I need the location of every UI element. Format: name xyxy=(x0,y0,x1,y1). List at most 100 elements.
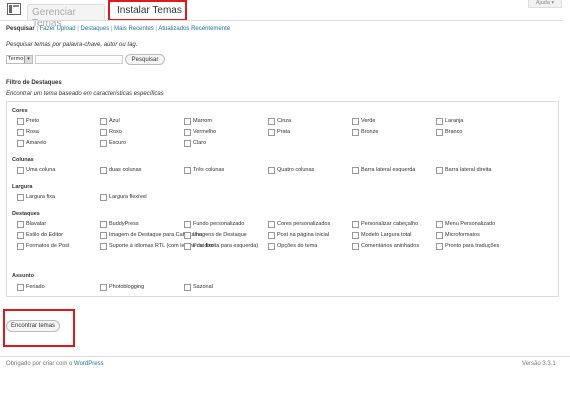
checkbox-destaques-17[interactable] xyxy=(436,243,443,250)
group-title-cores: Cores xyxy=(12,108,28,114)
checkbox-destaques-5[interactable] xyxy=(436,221,443,228)
checkbox-destaques-2[interactable] xyxy=(184,221,191,228)
checkbox-destaques-9[interactable] xyxy=(268,232,275,239)
checkbox-cores-5[interactable] xyxy=(436,118,443,125)
checkbox-destaques-4[interactable] xyxy=(352,221,359,228)
checkbox-label-colunas-0: Uma coluna xyxy=(26,167,56,173)
checkbox-destaques-1[interactable] xyxy=(100,221,107,228)
checkbox-label-cores-10: Bronze xyxy=(361,129,379,135)
group-title-largura: Largura xyxy=(12,184,33,190)
checkbox-destaques-7[interactable] xyxy=(100,232,107,239)
checkbox-assunto-2[interactable] xyxy=(184,284,191,291)
checkbox-label-colunas-5: Barra lateral direita xyxy=(445,167,492,173)
checkbox-label-destaques-15: Opções do tema xyxy=(277,243,318,249)
checkbox-cores-2[interactable] xyxy=(184,118,191,125)
checkbox-destaques-14[interactable] xyxy=(184,243,191,250)
checkbox-destaques-3[interactable] xyxy=(268,221,275,228)
subnav-updated[interactable]: Atualizados Recentemente xyxy=(158,26,230,32)
search-description: Pesquisar temas por palavra-chave, autor… xyxy=(6,42,138,48)
checkbox-label-colunas-4: Barra lateral esquerda xyxy=(361,167,416,173)
checkbox-cores-10[interactable] xyxy=(352,129,359,136)
group-title-assunto: Assunto xyxy=(12,273,34,279)
checkbox-label-destaques-10: Modelo Largura total xyxy=(361,232,412,238)
subnav-featured[interactable]: Destaques xyxy=(81,26,110,32)
checkbox-destaques-16[interactable] xyxy=(352,243,359,250)
checkbox-cores-0[interactable] xyxy=(17,118,24,125)
filter-title: Filtro de Destaques xyxy=(6,80,62,86)
search-type-select[interactable]: Termo ▾ xyxy=(6,55,33,64)
checkbox-cores-4[interactable] xyxy=(352,118,359,125)
checkbox-label-destaques-17: Pronto para traduções xyxy=(445,243,500,249)
checkbox-cores-8[interactable] xyxy=(184,129,191,136)
checkbox-label-destaques-6: Estilo do Editor xyxy=(26,232,63,238)
checkbox-assunto-0[interactable] xyxy=(17,284,24,291)
checkbox-label-destaques-12: Formatos de Post xyxy=(26,243,70,249)
subnav: Pesquisar | Fazer Upload | Destaques | M… xyxy=(6,26,231,32)
checkbox-label-destaques-3: Cores personalizados xyxy=(277,221,331,227)
checkbox-cores-7[interactable] xyxy=(100,129,107,136)
checkbox-label-destaques-8: Imagens de Destaque xyxy=(193,232,247,238)
checkbox-label-destaques-14: Post fixo xyxy=(193,243,215,249)
header-divider xyxy=(0,20,563,21)
checkbox-label-cores-7: Roxo xyxy=(109,129,122,135)
footer-version: Versão 3.3.1 xyxy=(522,361,556,367)
checkbox-destaques-8[interactable] xyxy=(184,232,191,239)
search-input[interactable] xyxy=(35,55,123,64)
checkbox-label-destaques-16: Comentários aninhados xyxy=(361,243,420,249)
checkbox-label-cores-6: Rosa xyxy=(26,129,39,135)
checkbox-cores-14[interactable] xyxy=(184,140,191,147)
subnav-upload[interactable]: Fazer Upload xyxy=(40,26,76,32)
checkbox-label-cores-3: Cinza xyxy=(277,118,292,124)
checkbox-colunas-4[interactable] xyxy=(352,167,359,174)
checkbox-colunas-2[interactable] xyxy=(184,167,191,174)
checkbox-cores-1[interactable] xyxy=(100,118,107,125)
tab-manage-themes[interactable]: Gerenciar Temas xyxy=(27,4,105,29)
checkbox-cores-6[interactable] xyxy=(17,129,24,136)
checkbox-label-cores-9: Prata xyxy=(277,129,291,135)
footer-wordpress-link[interactable]: WordPress xyxy=(74,361,104,367)
checkbox-destaques-0[interactable] xyxy=(17,221,24,228)
checkbox-destaques-15[interactable] xyxy=(268,243,275,250)
subnav-newest[interactable]: Mais Recentes xyxy=(114,26,154,32)
checkbox-assunto-1[interactable] xyxy=(100,284,107,291)
checkbox-colunas-1[interactable] xyxy=(100,167,107,174)
search-button[interactable]: Pesquisar xyxy=(125,54,165,65)
checkbox-destaques-6[interactable] xyxy=(17,232,24,239)
help-button[interactable]: Ajuda ▾ xyxy=(528,0,562,8)
checkbox-label-largura-1: Largura flexível xyxy=(109,194,147,200)
checkbox-destaques-11[interactable] xyxy=(436,232,443,239)
checkbox-colunas-5[interactable] xyxy=(436,167,443,174)
checkbox-destaques-12[interactable] xyxy=(17,243,24,250)
group-title-colunas: Colunas xyxy=(12,157,34,163)
checkbox-cores-12[interactable] xyxy=(17,140,24,147)
search-type-value: Termo xyxy=(8,56,24,62)
checkbox-label-cores-14: Claro xyxy=(193,140,207,146)
checkbox-largura-0[interactable] xyxy=(17,194,24,201)
checkbox-label-cores-2: Marrom xyxy=(193,118,212,124)
checkbox-destaques-13[interactable] xyxy=(100,243,107,250)
footer-credit: Obrigado por criar com o WordPress xyxy=(6,361,104,367)
checkbox-cores-9[interactable] xyxy=(268,129,275,136)
checkbox-colunas-3[interactable] xyxy=(268,167,275,174)
checkbox-destaques-10[interactable] xyxy=(352,232,359,239)
footer-credit-text: Obrigado por criar com o xyxy=(6,361,75,367)
checkbox-label-assunto-0: Feriado xyxy=(26,284,45,290)
checkbox-label-cores-0: Preto xyxy=(26,118,40,124)
checkbox-label-cores-1: Azul xyxy=(109,118,120,124)
subnav-search[interactable]: Pesquisar xyxy=(6,26,35,32)
checkbox-cores-13[interactable] xyxy=(100,140,107,147)
checkbox-label-destaques-0: Blavatar xyxy=(26,221,47,227)
highlight-find-button xyxy=(3,309,75,347)
checkbox-colunas-0[interactable] xyxy=(17,167,24,174)
checkbox-label-assunto-2: Sazonal xyxy=(193,284,213,290)
checkbox-label-largura-0: Largura fixa xyxy=(26,194,56,200)
checkbox-label-colunas-1: duas colunas xyxy=(109,167,142,173)
checkbox-largura-1[interactable] xyxy=(100,194,107,201)
highlight-install-tab xyxy=(108,0,187,21)
checkbox-label-cores-5: Laranja xyxy=(445,118,464,124)
checkbox-label-destaques-2: Fundo personalizado xyxy=(193,221,245,227)
checkbox-label-cores-8: Vermelho xyxy=(193,129,217,135)
checkbox-cores-3[interactable] xyxy=(268,118,275,125)
checkbox-label-destaques-9: Post na página inicial xyxy=(277,232,329,238)
checkbox-cores-11[interactable] xyxy=(436,129,443,136)
